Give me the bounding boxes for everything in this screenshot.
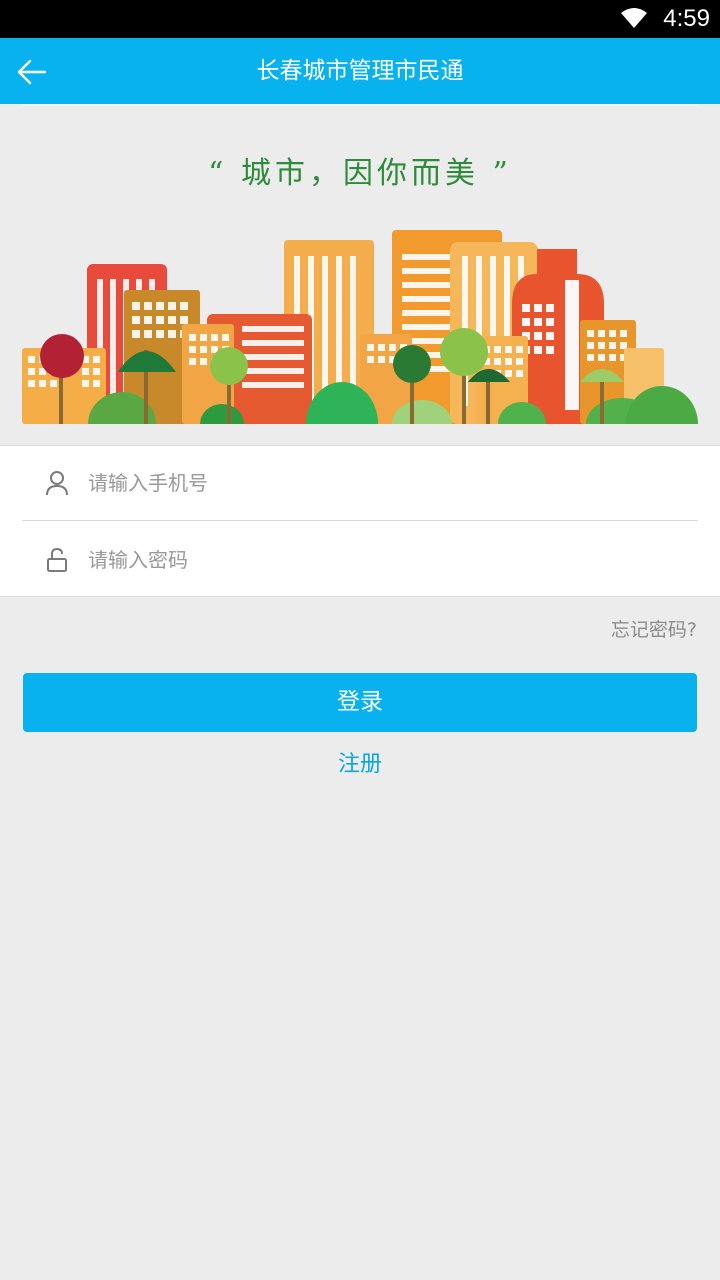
phone-input[interactable] [88, 471, 648, 495]
register-link[interactable]: 注册 [338, 752, 382, 777]
password-row [22, 522, 698, 597]
slogan-text: “ 城市，因你而美 ” [208, 156, 512, 191]
password-input[interactable] [88, 547, 648, 572]
status-bar: 4:59 [0, 0, 720, 38]
city-illustration [22, 230, 698, 424]
phone-row [22, 446, 698, 521]
status-time: 4:59 [663, 5, 710, 32]
page-title: 长春城市管理市民通 [256, 58, 464, 84]
divider [22, 104, 698, 106]
wifi-icon [621, 8, 647, 28]
login-button[interactable]: 登录 [23, 673, 697, 732]
app-bar: 长春城市管理市民通 [0, 38, 720, 104]
register-link-row: 注册 [0, 746, 720, 778]
login-form [0, 445, 720, 597]
city-banner: “ 城市，因你而美 ” [0, 104, 720, 444]
person-icon [44, 469, 70, 497]
forgot-password-link[interactable]: 忘记密码? [611, 615, 697, 642]
unlock-icon [44, 546, 70, 574]
